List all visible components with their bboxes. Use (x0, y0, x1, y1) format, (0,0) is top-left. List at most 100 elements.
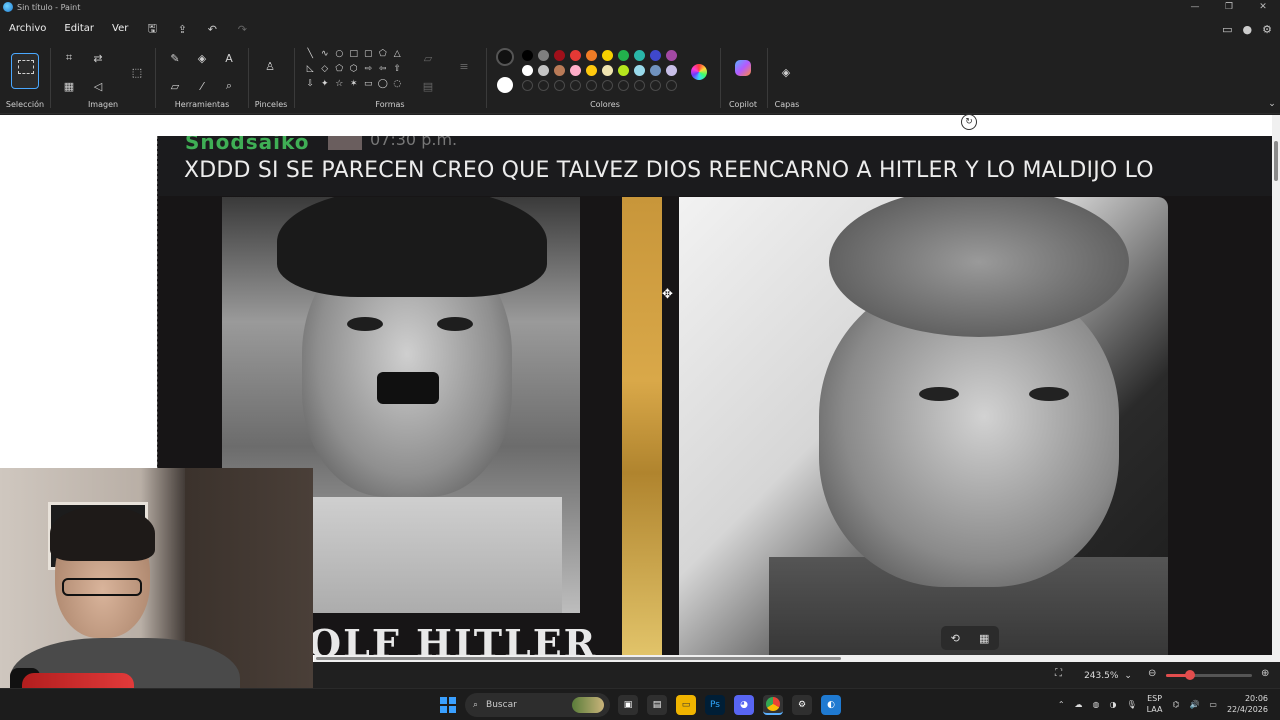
outline-icon[interactable]: ▱ (418, 48, 438, 68)
polygon-shape-icon[interactable]: ⬠ (376, 48, 391, 61)
color-swatch[interactable] (570, 65, 581, 76)
custom-color-slot[interactable] (650, 80, 661, 91)
color-swatch[interactable] (602, 65, 613, 76)
custom-color-slot[interactable] (618, 80, 629, 91)
callout-cloud-shape-icon[interactable]: ◌ (390, 78, 405, 91)
triangle-shape-icon[interactable]: △ (390, 48, 405, 61)
custom-color-slot[interactable] (554, 80, 565, 91)
color-swatch[interactable] (586, 50, 597, 61)
menu-editar[interactable]: Editar (55, 16, 103, 42)
custom-color-slot[interactable] (634, 80, 645, 91)
redo-icon[interactable]: ↷ (232, 19, 252, 39)
color-swatch[interactable] (666, 65, 677, 76)
hexagon-shape-icon[interactable]: ⬡ (347, 63, 362, 76)
oval-shape-icon[interactable]: ○ (332, 48, 347, 61)
color-swatch[interactable] (618, 50, 629, 61)
remove-background-selection-icon[interactable]: ▦ (979, 632, 989, 645)
arrow-down-shape-icon[interactable]: ⇩ (303, 78, 318, 91)
collapse-ribbon-icon[interactable]: ⌄ (1262, 94, 1280, 114)
account-icon[interactable]: ● (1243, 23, 1253, 36)
custom-color-slot[interactable] (522, 80, 533, 91)
file-explorer-icon[interactable]: ▭ (676, 695, 696, 715)
share-icon[interactable]: ⇪ (172, 19, 192, 39)
custom-color-slot[interactable] (602, 80, 613, 91)
color-swatch[interactable] (554, 65, 565, 76)
color-swatch[interactable] (522, 65, 533, 76)
arrow-right-shape-icon[interactable]: ⇨ (361, 63, 376, 76)
vertical-scrollbar[interactable] (1272, 115, 1280, 665)
undo-icon[interactable]: ↶ (202, 19, 222, 39)
custom-color-slot[interactable] (570, 80, 581, 91)
discord-icon[interactable]: ◕ (734, 695, 754, 715)
horizontal-scrollbar[interactable] (314, 655, 1272, 662)
rounded-rect-shape-icon[interactable]: ▢ (361, 48, 376, 61)
color-swatch[interactable] (554, 50, 565, 61)
menu-archivo[interactable]: Archivo (0, 16, 55, 42)
callout-oval-shape-icon[interactable]: ◯ (376, 78, 391, 91)
brush-icon[interactable]: ♙ (260, 56, 280, 76)
settings-app-icon[interactable]: ⚙ (792, 695, 812, 715)
color-swatch[interactable] (666, 50, 677, 61)
star4-shape-icon[interactable]: ✦ (318, 78, 333, 91)
crop-icon[interactable]: ⌗ (59, 48, 79, 68)
vertical-scroll-thumb[interactable] (1274, 141, 1278, 181)
color-swatch[interactable] (522, 50, 533, 61)
arrow-left-shape-icon[interactable]: ⇦ (376, 63, 391, 76)
custom-color-slot[interactable] (538, 80, 549, 91)
star5-shape-icon[interactable]: ☆ (332, 78, 347, 91)
pasted-image-selection[interactable]: Snodsaiko 07:30 p.m. XDDD SI SE PARECEN … (157, 136, 1273, 655)
layers-icon[interactable]: ◈ (776, 62, 796, 82)
star6-shape-icon[interactable]: ✶ (347, 78, 362, 91)
secondary-color-swatch[interactable] (497, 77, 513, 93)
fill-bucket-icon[interactable]: ◈ (192, 48, 212, 68)
text-tool-icon[interactable]: A (219, 48, 239, 68)
copilot-icon[interactable] (733, 58, 753, 78)
network-icon[interactable]: ⌬ (1172, 700, 1179, 709)
battery-icon[interactable]: ▭ (1209, 700, 1217, 709)
eraser-icon[interactable]: ▱ (165, 76, 185, 96)
onedrive-icon[interactable]: ☁ (1075, 700, 1083, 709)
shape-size-icon[interactable]: ≡ (454, 56, 474, 76)
remove-background-icon[interactable]: ▦ (59, 76, 79, 96)
rotate-selection-icon[interactable]: ⟲ (951, 632, 960, 645)
color-swatch[interactable] (570, 50, 581, 61)
zoom-level-dropdown[interactable]: 243.5% ⌄ (1079, 667, 1137, 684)
rotate-icon[interactable]: ◁ (88, 76, 108, 96)
pentagon-shape-icon[interactable]: ⬠ (332, 63, 347, 76)
close-button[interactable]: ✕ (1246, 0, 1280, 14)
resize-icon[interactable]: ⇄ (88, 48, 108, 68)
color-swatch[interactable] (602, 50, 613, 61)
line-shape-icon[interactable]: ╲ (303, 48, 318, 61)
rotate-handle-icon[interactable]: ↻ (961, 114, 977, 130)
taskbar-search-box[interactable]: ⌕ Buscar (465, 693, 610, 717)
magnifier-icon[interactable]: ⌕ (219, 76, 239, 96)
color-swatch[interactable] (538, 50, 549, 61)
maximize-button[interactable]: ❐ (1212, 0, 1246, 14)
selection-tool-button[interactable] (11, 53, 39, 89)
xbox-icon[interactable]: ◍ (1093, 700, 1100, 709)
menu-ver[interactable]: Ver (103, 16, 137, 42)
curve-shape-icon[interactable]: ∿ (318, 48, 333, 61)
custom-color-slot[interactable] (586, 80, 597, 91)
color-swatch[interactable] (650, 50, 661, 61)
color-picker-icon[interactable]: ⁄ (192, 76, 212, 96)
settings-gear-icon[interactable]: ⚙ (1262, 23, 1272, 36)
task-view-icon[interactable]: ▣ (618, 695, 638, 715)
volume-icon[interactable]: 🔊 (1189, 700, 1199, 709)
save-icon[interactable]: 🖫 (142, 19, 162, 39)
color-swatch[interactable] (586, 65, 597, 76)
color-swatch[interactable] (618, 65, 629, 76)
color-swatch[interactable] (538, 65, 549, 76)
edge-icon[interactable]: ◑ (1110, 700, 1117, 709)
right-triangle-shape-icon[interactable]: ◺ (303, 63, 318, 76)
system-clock[interactable]: 20:06 22/4/2026 (1227, 693, 1268, 715)
minimize-button[interactable]: — (1178, 0, 1212, 14)
microphone-icon[interactable]: 🎙 (1126, 700, 1136, 709)
taskbar-app-icon[interactable]: ▤ (647, 695, 667, 715)
horizontal-scroll-thumb[interactable] (316, 657, 841, 660)
edit-colors-icon[interactable] (689, 62, 709, 82)
language-indicator[interactable]: ESP LAA (1147, 693, 1163, 715)
custom-color-slot[interactable] (666, 80, 677, 91)
color-swatch[interactable] (634, 50, 645, 61)
callout-rect-shape-icon[interactable]: ▭ (361, 78, 376, 91)
